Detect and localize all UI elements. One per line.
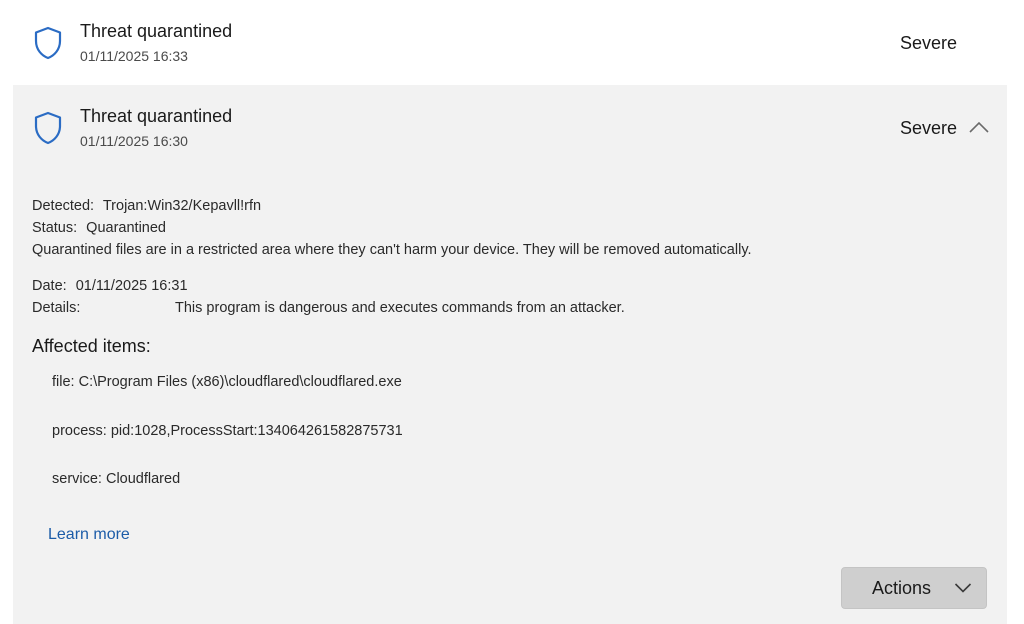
severity-label: Severe [900,118,958,138]
protection-history-list: Threat quarantined 01/11/2025 16:33 Seve… [0,0,1024,624]
threat-timestamp: 01/11/2025 16:33 [80,48,188,64]
shield-icon [33,26,63,60]
affected-item: service: Cloudflared [52,471,181,487]
chevron-down-icon [954,582,972,594]
threat-title: Threat quarantined [80,21,233,41]
details-label: Details: [32,300,81,316]
status-note: Quarantined files are in a restricted ar… [32,242,752,258]
detected-line: Detected: Trojan:Win32/Kepavll!rfn [32,198,261,214]
date-line: Date: 01/11/2025 16:31 [32,278,188,294]
affected-items-heading: Affected items: [32,336,151,356]
affected-item: process: pid:1028,ProcessStart:134064261… [52,423,403,439]
details-value: This program is dangerous and executes c… [175,300,625,316]
threat-title: Threat quarantined [80,106,233,126]
chevron-up-icon[interactable] [968,120,990,134]
threat-card-header[interactable]: Threat quarantined 01/11/2025 16:30 Seve… [13,85,1007,165]
shield-icon [33,111,63,145]
date-value: 01/11/2025 16:31 [75,278,188,294]
detected-label: Detected: [32,198,95,214]
affected-item: file: C:\Program Files (x86)\cloudflared… [52,374,402,390]
threat-timestamp: 01/11/2025 16:30 [80,133,188,149]
status-value: Quarantined [86,220,166,236]
learn-more-link[interactable]: Learn more [48,526,130,544]
detected-value: Trojan:Win32/Kepavll!rfn [102,198,262,214]
threat-row[interactable]: Threat quarantined 01/11/2025 16:33 Seve… [13,0,1007,84]
actions-button-label: Actions [872,578,932,598]
status-line: Status: Quarantined [32,220,166,236]
threat-card-expanded: Threat quarantined 01/11/2025 16:30 Seve… [13,85,1007,624]
details-line: Details: This program is dangerous and e… [32,300,932,316]
actions-button[interactable]: Actions [841,567,987,609]
date-label: Date: [32,278,67,294]
severity-label: Severe [900,33,958,53]
status-label: Status: [32,220,78,236]
